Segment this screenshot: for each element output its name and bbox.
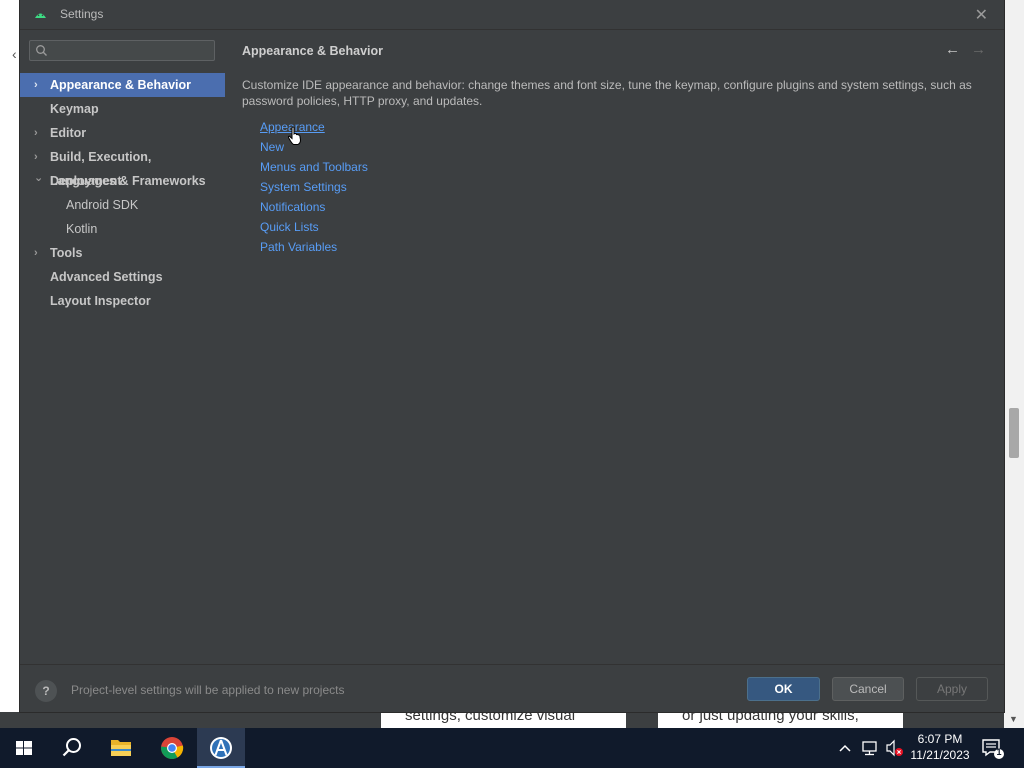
clock-date: 11/21/2023	[910, 748, 970, 762]
background-card-text: settings, customize visual	[405, 712, 576, 724]
forward-arrow-icon[interactable]: →	[971, 41, 986, 58]
clock-time: 6:07 PM	[917, 732, 963, 746]
link-system-settings[interactable]: System Settings	[260, 180, 368, 200]
sidebar-item-build-execution-deployment[interactable]: › Build, Execution, Deployment	[20, 145, 225, 188]
background-card: or just updating your skills,	[658, 712, 903, 728]
section-description: Customize IDE appearance and behavior: c…	[242, 78, 972, 108]
sidebar-item-label: Appearance & Behavior	[50, 78, 192, 92]
android-studio-icon[interactable]	[197, 728, 245, 768]
settings-dialog: Settings ✕ › Appearance & Behavior Keyma…	[20, 0, 1004, 712]
notification-count: 1	[996, 747, 1002, 757]
dialog-footer: ? Project-level settings will be applied…	[20, 664, 1004, 712]
cancel-button[interactable]: Cancel	[832, 677, 904, 701]
chevron-right-icon[interactable]: ›	[34, 121, 44, 145]
notification-center-icon[interactable]: 1	[980, 736, 1004, 760]
chevron-left-icon[interactable]: ‹	[12, 46, 17, 62]
chevron-down-icon[interactable]: ⌄	[34, 166, 44, 190]
close-icon[interactable]: ✕	[975, 5, 988, 25]
sidebar-item-keymap[interactable]: Keymap	[20, 97, 225, 121]
settings-tree: › Appearance & Behavior Keymap › Editor …	[20, 73, 225, 313]
link-new[interactable]: New	[260, 140, 368, 160]
sidebar-item-label: Editor	[50, 126, 87, 140]
back-arrow-icon[interactable]: ←	[945, 41, 960, 58]
system-clock[interactable]: 6:07 PM 11/21/2023	[905, 731, 975, 763]
page-scrollbar[interactable]: ▼	[1004, 0, 1024, 728]
chevron-right-icon[interactable]: ›	[34, 241, 44, 265]
search-input[interactable]	[29, 40, 215, 61]
chevron-up-icon[interactable]	[838, 728, 852, 768]
volume-muted-icon[interactable]	[884, 728, 906, 768]
page-title: Appearance & Behavior	[242, 44, 384, 58]
link-path-variables[interactable]: Path Variables	[260, 240, 368, 260]
sidebar-item-label: Layout Inspector	[50, 294, 151, 308]
subsection-links: Appearance New Menus and Toolbars System…	[260, 120, 368, 260]
sidebar-item-languages-frameworks[interactable]: ⌄ Languages & Frameworks	[20, 169, 225, 193]
sidebar-item-editor[interactable]: › Editor	[20, 121, 225, 145]
dialog-title: Settings	[60, 7, 104, 21]
settings-content: Appearance & Behavior ← → Customize IDE …	[225, 30, 1004, 664]
chrome-icon[interactable]	[148, 728, 196, 768]
hand-cursor-icon	[287, 126, 302, 145]
link-menus-and-toolbars[interactable]: Menus and Toolbars	[260, 160, 368, 180]
dialog-titlebar[interactable]: Settings ✕	[20, 0, 1004, 30]
network-icon[interactable]	[860, 728, 880, 768]
link-notifications[interactable]: Notifications	[260, 200, 368, 220]
sidebar-item-label: Tools	[50, 246, 83, 260]
background-card-text: or just updating your skills,	[682, 712, 859, 724]
chevron-right-icon[interactable]: ›	[34, 73, 44, 97]
windows-start-icon[interactable]	[0, 728, 48, 768]
search-icon	[36, 45, 47, 56]
sidebar-item-appearance-behavior[interactable]: › Appearance & Behavior	[20, 73, 225, 97]
settings-sidebar: › Appearance & Behavior Keymap › Editor …	[20, 30, 225, 664]
sidebar-item-advanced-settings[interactable]: Advanced Settings	[20, 265, 225, 289]
scroll-down-arrow-icon[interactable]: ▼	[1009, 714, 1018, 724]
scrollbar-thumb[interactable]	[1009, 408, 1019, 458]
sidebar-item-kotlin[interactable]: Kotlin	[20, 217, 225, 241]
android-studio-icon	[35, 13, 46, 18]
sidebar-item-label: Keymap	[50, 102, 99, 116]
apply-button[interactable]: Apply	[916, 677, 988, 701]
sidebar-item-label: Kotlin	[66, 222, 98, 236]
search-icon[interactable]	[48, 728, 96, 768]
link-quick-lists[interactable]: Quick Lists	[260, 220, 368, 240]
sidebar-item-label: Languages & Frameworks	[50, 174, 206, 188]
sidebar-item-android-sdk[interactable]: Android SDK	[20, 193, 225, 217]
help-icon[interactable]: ?	[35, 680, 57, 702]
footer-note: Project-level settings will be applied t…	[71, 683, 345, 697]
sidebar-item-label: Android SDK	[66, 198, 139, 212]
ok-button[interactable]: OK	[747, 677, 820, 701]
file-explorer-icon[interactable]	[97, 728, 145, 768]
windows-taskbar: 6:07 PM 11/21/2023 1	[0, 728, 1024, 768]
sidebar-item-label: Advanced Settings	[50, 270, 163, 284]
link-appearance[interactable]: Appearance	[260, 120, 368, 140]
sidebar-item-tools[interactable]: › Tools	[20, 241, 225, 265]
sidebar-item-layout-inspector[interactable]: Layout Inspector	[20, 289, 225, 313]
background-card: settings, customize visual	[381, 712, 626, 728]
